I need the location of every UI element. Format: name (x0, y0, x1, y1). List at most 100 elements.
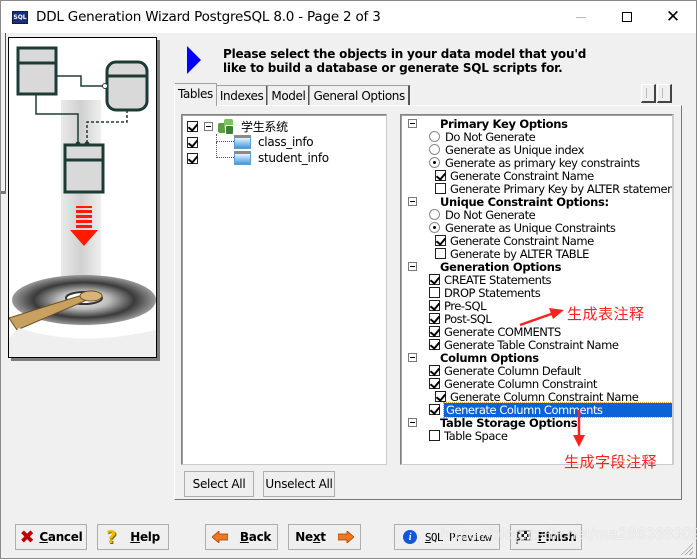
minimize-button[interactable] (558, 1, 604, 33)
radio[interactable] (429, 209, 440, 220)
minimize-icon (576, 16, 586, 18)
annotation-table-comments: 生成表注释 (567, 305, 645, 323)
tree-row-student-info[interactable]: student_info (187, 142, 329, 166)
uc-do-not-generate-radio[interactable]: Do Not Generate (429, 208, 536, 222)
select-all-button[interactable]: Select All (184, 471, 254, 497)
tree-connector (216, 142, 234, 158)
tree-root-row[interactable]: 学生系统 (187, 118, 288, 135)
annotation-arrow-head (549, 308, 564, 319)
collapse-icon[interactable] (408, 353, 417, 362)
next-arrow-svg (337, 531, 354, 543)
uc-alter-table-checkbox[interactable]: Generate by ALTER TABLE (435, 247, 589, 261)
column-options-header[interactable]: Column Options (408, 351, 539, 365)
table-icon (234, 135, 251, 149)
student-info-checkbox[interactable] (187, 152, 198, 164)
maximize-button[interactable] (604, 1, 650, 33)
checkbox[interactable] (429, 378, 440, 389)
pk-primary-key-constraints-radio[interactable]: Generate as primary key constraints (429, 156, 640, 170)
checkbox[interactable] (429, 287, 440, 298)
back-arrow-icon (211, 531, 228, 543)
checkbox[interactable] (435, 170, 446, 181)
collapse-icon[interactable] (408, 197, 417, 206)
pk-unique-index-radio[interactable]: Generate as Unique index (429, 143, 584, 157)
instruction-line-2: like to build a database or generate SQL… (223, 61, 563, 75)
post-sql-checkbox[interactable]: Post-SQL (429, 312, 492, 326)
data-model-to-database-illustration (9, 46, 156, 357)
table-storage-options-header[interactable]: Table Storage Options (408, 416, 578, 430)
selected-option-label: Generate Column Comments (443, 401, 672, 418)
pre-sql-checkbox[interactable]: Pre-SQL (429, 299, 486, 313)
annotation-column-comments: 生成字段注释 (564, 453, 658, 471)
class-info-checkbox[interactable] (187, 136, 198, 148)
drop-statements-checkbox[interactable]: DROP Statements (429, 286, 541, 300)
table-label: class_info (258, 135, 314, 149)
scroll-left-icon (646, 88, 650, 98)
tree-row-class-info[interactable]: class_info (187, 134, 314, 150)
collapse-icon[interactable] (204, 121, 213, 131)
annotation-arrow-column-comments (573, 410, 585, 447)
generate-column-default-checkbox[interactable]: Generate Column Default (429, 364, 581, 378)
help-question-icon: ? (106, 526, 117, 548)
checkbox[interactable] (435, 248, 446, 259)
maximize-icon (622, 12, 632, 22)
create-statements-checkbox[interactable]: CREATE Statements (429, 273, 552, 287)
unselect-all-button[interactable]: Unselect All (263, 471, 335, 497)
tab-model[interactable]: Model (267, 85, 311, 106)
checkbox[interactable] (429, 339, 440, 350)
generate-column-constraint-checkbox[interactable]: Generate Column Constraint (429, 377, 597, 391)
database-model-icon (218, 118, 236, 135)
tab-indexes[interactable]: Indexes (215, 85, 269, 106)
unique-constraint-options-header[interactable]: Unique Constraint Options: (408, 195, 609, 209)
checkbox[interactable] (435, 391, 446, 402)
uc-unique-constraints-radio[interactable]: Generate as Unique Constraints (429, 221, 616, 235)
tables-tree[interactable]: 学生系统 class_info student_info (181, 114, 387, 465)
radio[interactable] (429, 144, 440, 155)
collapse-icon[interactable] (408, 418, 417, 427)
sql-preview-button[interactable]: i S QL Preview (394, 524, 500, 550)
generation-options-header[interactable]: Generation Options (408, 260, 561, 274)
back-button[interactable]: Back (205, 524, 278, 550)
checkbox[interactable] (429, 300, 440, 311)
instruction-arrow-icon (187, 46, 201, 74)
checkbox[interactable] (435, 183, 446, 194)
checkbox[interactable] (429, 404, 440, 415)
tab-scroll-right-button[interactable] (657, 84, 672, 103)
tab-general-options[interactable]: General Options (309, 85, 410, 106)
generate-column-comments-checkbox[interactable]: Generate Column Comments (429, 401, 672, 418)
close-button[interactable]: ✕ (650, 1, 696, 33)
help-button[interactable]: ? Help (97, 524, 169, 550)
tab-tables[interactable]: Tables (174, 83, 217, 106)
next-arrow-icon (337, 531, 354, 543)
collapse-icon[interactable] (408, 262, 417, 271)
checkbox[interactable] (429, 326, 440, 337)
next-button[interactable]: Ne x t (288, 524, 361, 550)
pk-do-not-generate-radio[interactable]: Do Not Generate (429, 130, 536, 144)
resize-grip[interactable] (681, 543, 693, 555)
primary-key-options-header[interactable]: Primary Key Options (408, 117, 568, 131)
root-checkbox[interactable] (187, 120, 198, 132)
radio-selected[interactable] (429, 222, 440, 233)
checkbox[interactable] (435, 235, 446, 246)
table-space-checkbox[interactable]: Table Space (429, 429, 508, 443)
generate-table-constraint-name-checkbox[interactable]: Generate Table Constraint Name (429, 338, 619, 352)
checkbox[interactable] (429, 274, 440, 285)
table-icon (234, 151, 251, 165)
pk-generate-constraint-name-checkbox[interactable]: Generate Constraint Name (435, 169, 594, 183)
checkbox[interactable] (429, 430, 440, 441)
checkbox[interactable] (429, 313, 440, 324)
root-label: 学生系统 (241, 119, 288, 134)
radio-selected[interactable] (429, 157, 440, 168)
uc-generate-constraint-name-checkbox[interactable]: Generate Constraint Name (435, 234, 594, 248)
pk-alter-statement-checkbox[interactable]: Generate Primary Key by ALTER statement (435, 182, 672, 196)
generation-options-tree[interactable]: Primary Key Options Do Not Generate Gene… (400, 114, 674, 465)
tab-scroll-left-button[interactable] (641, 84, 656, 103)
cancel-button[interactable]: ✖ Cancel (15, 524, 87, 550)
close-icon: ✕ (665, 6, 681, 27)
background-window-edge-mark (1, 191, 6, 194)
generate-column-constraint-name-checkbox[interactable]: Generate Column Constraint Name (435, 390, 639, 404)
radio[interactable] (429, 131, 440, 142)
collapse-icon[interactable] (408, 119, 417, 128)
finish-button[interactable]: Finish (510, 524, 582, 550)
window-title: DDL Generation Wizard PostgreSQL 8.0 - P… (36, 9, 381, 25)
checkbox[interactable] (429, 365, 440, 376)
